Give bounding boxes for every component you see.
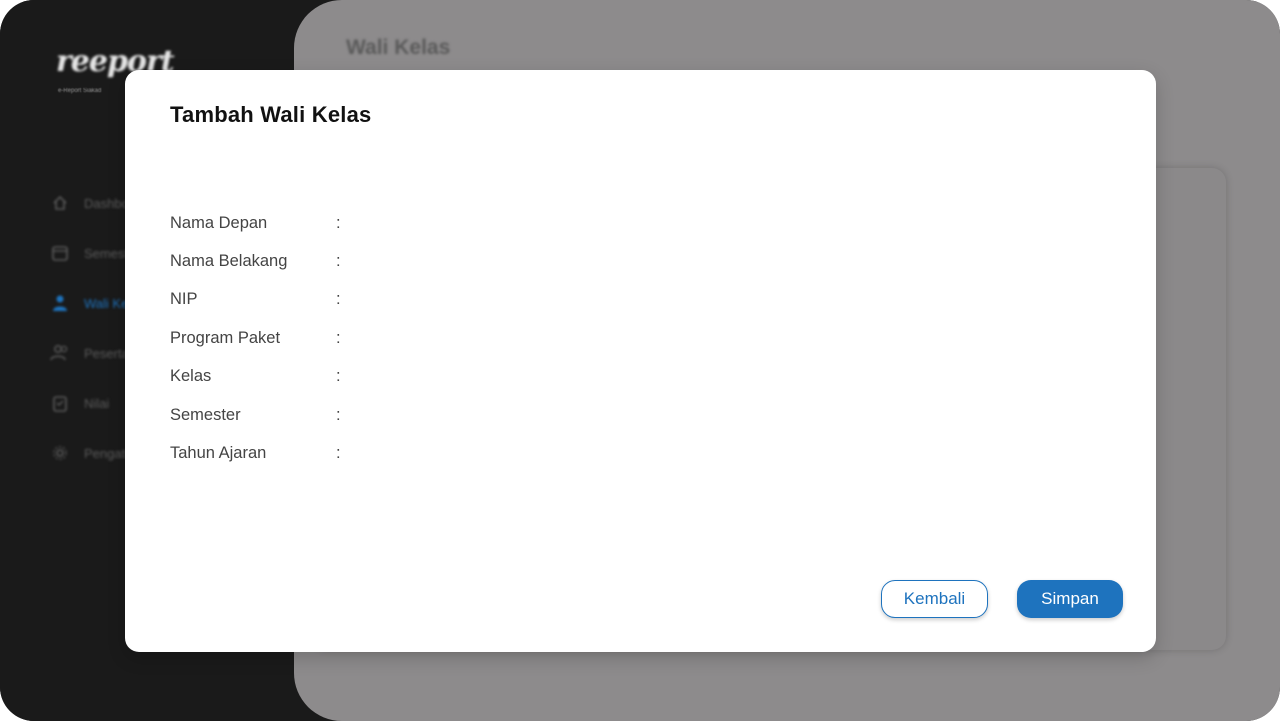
form-row-nama-belakang: Nama Belakang : [170, 242, 346, 280]
back-button[interactable]: Kembali [881, 580, 988, 618]
add-homeroom-teacher-modal: Tambah Wali Kelas Nama Depan : Nama Bela… [125, 70, 1156, 652]
form-row-nip: NIP : [170, 281, 346, 319]
form-row-nama-depan: Nama Depan : [170, 204, 346, 242]
field-separator: : [336, 444, 341, 463]
field-separator: : [336, 252, 341, 271]
modal-title: Tambah Wali Kelas [170, 102, 372, 127]
field-label: Tahun Ajaran [170, 444, 267, 463]
field-separator: : [336, 290, 341, 309]
detail-form: Nama Depan : Nama Belakang : NIP : Progr… [170, 204, 346, 473]
field-label: Kelas [170, 367, 212, 386]
save-button[interactable]: Simpan [1017, 580, 1123, 618]
form-row-program-paket: Program Paket : [170, 319, 346, 357]
field-label: Semester [170, 405, 241, 424]
field-separator: : [336, 213, 341, 232]
field-separator: : [336, 367, 341, 386]
form-row-semester: Semester : [170, 396, 346, 434]
field-label: NIP [170, 290, 198, 309]
app-window: reeport e-Report Siakad Dashboard Semest… [0, 0, 1280, 721]
field-separator: : [336, 328, 341, 347]
field-label: Nama Belakang [170, 252, 288, 271]
field-label: Program Paket [170, 328, 281, 347]
form-row-kelas: Kelas : [170, 358, 346, 396]
field-separator: : [336, 405, 341, 424]
form-row-tahun-ajaran: Tahun Ajaran : [170, 434, 346, 472]
field-label: Nama Depan [170, 213, 268, 232]
